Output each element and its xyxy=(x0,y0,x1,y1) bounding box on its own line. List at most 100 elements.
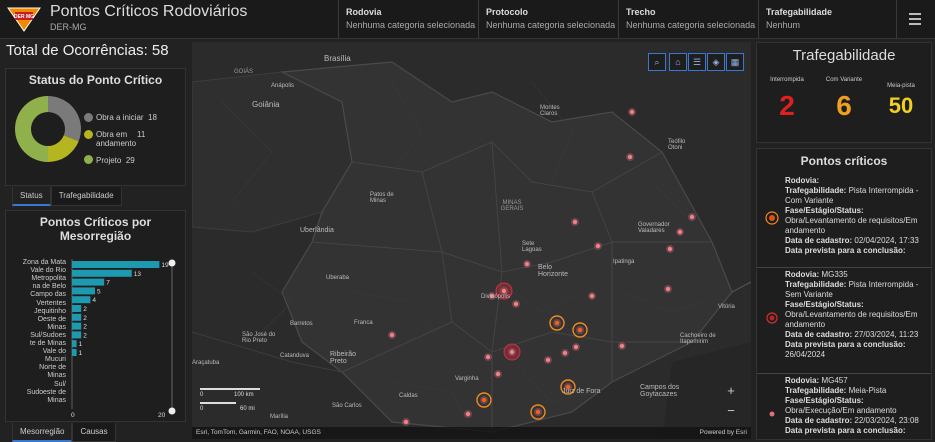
map-point[interactable] xyxy=(509,349,515,355)
bar-0[interactable] xyxy=(72,261,160,268)
x-tick-label: 0 xyxy=(71,412,75,419)
filter-trecho[interactable]: Trecho Nenhuma categoria selecionada xyxy=(618,0,758,38)
interrupted-point-icon xyxy=(766,312,778,324)
map-point[interactable] xyxy=(577,327,583,333)
bar-value-label: 2 xyxy=(83,306,87,313)
category-label: Zona da Mata xyxy=(22,259,66,266)
mesorregiao-bar-chart[interactable]: 19137542222110 20 xyxy=(70,259,182,419)
city-label: Montes Claros xyxy=(540,105,560,117)
legend-dot xyxy=(84,113,93,122)
map-point[interactable] xyxy=(513,301,519,307)
bar-6[interactable] xyxy=(72,313,82,321)
map-attribution: Esri, TomTom, Garmin, FAO, NOAA, USGS Po… xyxy=(192,427,751,439)
bar-7[interactable] xyxy=(72,322,82,330)
legend-obra-a-iniciar[interactable]: Obra a iniciar 18 xyxy=(96,113,157,122)
menu-icon-line xyxy=(909,18,921,20)
map-point[interactable] xyxy=(389,332,395,338)
bar-5[interactable] xyxy=(72,305,82,312)
bar-1[interactable] xyxy=(72,269,132,277)
tab-mesorregiao[interactable]: Mesorregião xyxy=(12,423,73,442)
map-point[interactable] xyxy=(495,371,501,377)
map-point[interactable] xyxy=(572,219,578,225)
powered-by-esri[interactable]: Powered by Esri xyxy=(700,427,747,439)
traf-label-interrompida: Interrompida xyxy=(770,77,804,83)
map-point[interactable] xyxy=(545,357,551,363)
bar-2[interactable] xyxy=(72,278,105,286)
chart-scroll-handle[interactable] xyxy=(168,259,176,267)
category-label: Mucuri xyxy=(44,356,66,364)
list-icon[interactable]: ☰ xyxy=(688,53,706,71)
map-point[interactable] xyxy=(619,343,625,349)
map-point[interactable] xyxy=(667,246,673,252)
traf-value-com-variante: 6 xyxy=(836,90,852,121)
map-point[interactable] xyxy=(485,354,491,360)
list-item[interactable]: Rodovia: MG457 Trafegabilidade: Meia-Pis… xyxy=(757,373,931,439)
tab-status[interactable]: Status xyxy=(12,187,51,206)
category-labels: Zona da Mata Vale do Rio Metropolita na de … xyxy=(6,259,66,411)
map-point[interactable] xyxy=(481,397,487,403)
city-label: Araçatuba xyxy=(192,360,220,366)
list-item[interactable]: Rodovia: Trafegabilidade: Pista Interrom… xyxy=(757,173,931,268)
filter-trafegabilidade[interactable]: Trafegabilidade Nenhum xyxy=(758,0,897,38)
bar-8[interactable] xyxy=(72,331,82,339)
map-point[interactable] xyxy=(403,419,409,425)
city-label: Patos de Minas xyxy=(370,192,394,204)
pontos-criticos-panel: Pontos críticos Rodovia: Trafegabilidade… xyxy=(756,148,932,440)
list-item[interactable]: Rodovia: MG335 Trafegabilidade: Pista In… xyxy=(757,267,931,374)
menu-icon xyxy=(909,13,921,15)
point-details: Rodovia: MG457 Trafegabilidade: Meia-Pis… xyxy=(785,376,919,435)
category-label: Vale do Rio xyxy=(30,267,66,275)
status-donut-chart[interactable] xyxy=(12,93,84,165)
map-point[interactable] xyxy=(562,350,568,356)
map-point[interactable] xyxy=(627,154,633,160)
zoom-in-button[interactable]: + xyxy=(722,382,740,400)
bar-9[interactable] xyxy=(72,340,77,348)
scale-zero: 0 xyxy=(200,392,204,398)
map-point[interactable] xyxy=(573,344,579,350)
map-point[interactable] xyxy=(665,286,671,292)
city-label: São Carlos xyxy=(332,403,362,409)
map-point[interactable] xyxy=(595,243,601,249)
legend-projeto[interactable]: Projeto 29 xyxy=(96,156,135,165)
bar-10[interactable] xyxy=(72,349,77,356)
traf-value-interrompida: 2 xyxy=(779,90,795,121)
bar-3[interactable] xyxy=(72,287,95,295)
point-details: Rodovia: Trafegabilidade: Pista Interrom… xyxy=(785,176,919,255)
zoom-out-button[interactable]: − xyxy=(722,402,740,420)
city-label: Caldas xyxy=(399,393,418,399)
city-label: Divinópolis xyxy=(481,294,511,300)
filter-rodovia[interactable]: Rodovia Nenhuma categoria selecionada xyxy=(338,0,478,38)
qr-icon[interactable]: ▦ xyxy=(726,53,744,71)
tab-trafegabilidade[interactable]: Trafegabilidade xyxy=(50,187,122,206)
map-point[interactable] xyxy=(524,261,530,267)
layers-icon[interactable]: ◈ xyxy=(707,53,725,71)
map-point[interactable] xyxy=(554,320,560,326)
map-point[interactable] xyxy=(589,293,595,299)
category-label: Sul/ xyxy=(53,380,66,388)
map-point[interactable] xyxy=(677,229,683,235)
menu-button[interactable] xyxy=(896,0,935,38)
filter-protocolo[interactable]: Protocolo Nenhuma categoria selecionada xyxy=(478,0,618,38)
map-point[interactable] xyxy=(465,411,471,417)
trafegabilidade-title: Trafegabilidade xyxy=(792,47,896,64)
map-view[interactable]: GOIÁS MINAS GERAIS Brasília Anápolis Goi… xyxy=(192,42,751,439)
bar-value-label: 5 xyxy=(97,288,101,295)
map-point[interactable] xyxy=(629,109,635,115)
chart-scroll-handle[interactable] xyxy=(168,407,176,415)
map-point[interactable] xyxy=(501,288,507,294)
tab-causas[interactable]: Causas xyxy=(72,423,116,442)
city-label: Uberlândia xyxy=(300,227,334,234)
city-label: Barretos xyxy=(290,321,313,327)
bar-4[interactable] xyxy=(72,296,91,304)
legend-obra-em-andamento[interactable]: Obra em andamento xyxy=(96,130,156,148)
search-icon[interactable]: ⌕ xyxy=(648,53,666,71)
bar-value-label: 1 xyxy=(79,350,83,357)
category-label: Norte de xyxy=(39,364,66,372)
filter-label: Protocolo xyxy=(486,7,528,17)
mesorregiao-panel: Pontos Críticos por Mesorregião Zona da … xyxy=(5,210,186,422)
map-point[interactable] xyxy=(689,214,695,220)
menu-icon-line xyxy=(909,23,921,25)
map-point[interactable] xyxy=(535,409,541,415)
bar-value-label: 2 xyxy=(83,315,87,322)
home-icon[interactable]: ⌂ xyxy=(669,53,687,71)
